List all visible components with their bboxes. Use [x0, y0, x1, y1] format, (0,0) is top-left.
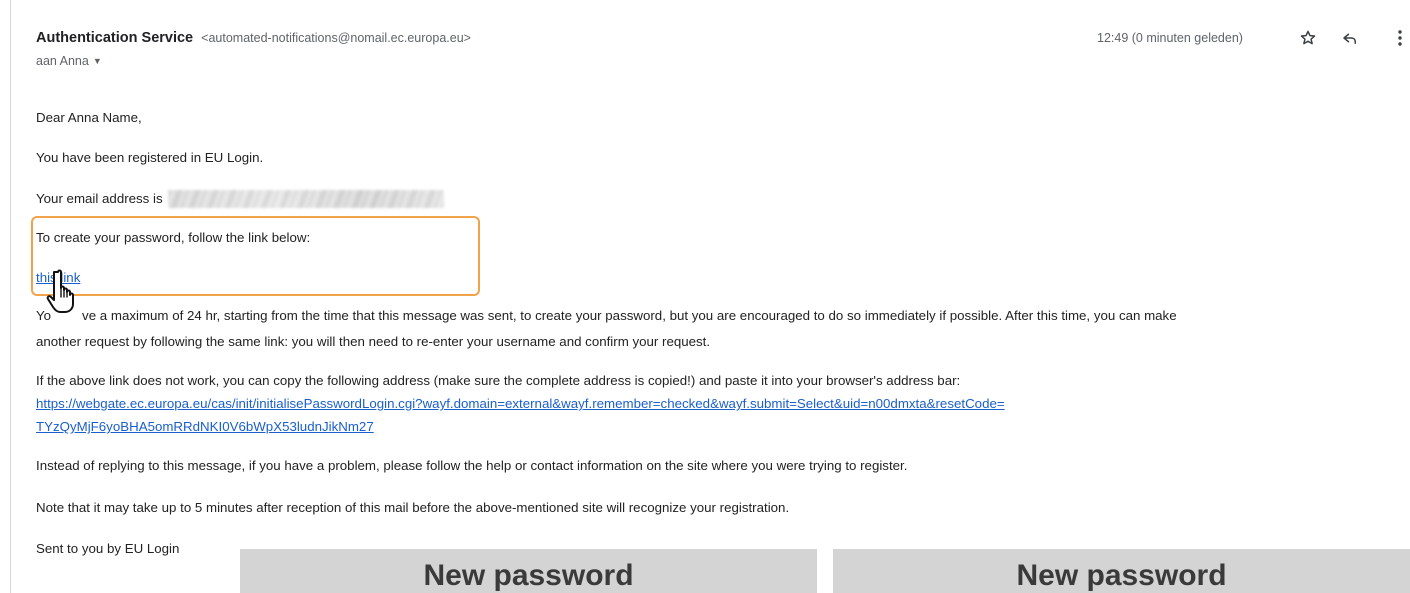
left-divider — [10, 0, 11, 593]
email-view: Authentication Service <automated-notifi… — [0, 0, 1410, 593]
banner-left-text: New password — [423, 559, 634, 592]
blurred-email-address — [168, 190, 445, 208]
reply-icon-glyph — [1343, 33, 1356, 44]
recipient-toggle[interactable]: aan Anna ▼ — [36, 54, 102, 68]
new-password-banner-left: New password — [240, 549, 817, 593]
sender-line: Authentication Service <automated-notifi… — [36, 30, 471, 46]
reply-icon[interactable] — [1338, 26, 1362, 50]
hand-pointer-icon — [46, 269, 74, 313]
chevron-down-icon: ▼ — [92, 56, 102, 66]
reset-url-line-2: TYzQyMjF6yoBHA5omRRdNKI0V6bWpX53ludnJikN… — [36, 419, 374, 434]
more-vert-icon[interactable] — [1388, 26, 1410, 50]
email-header: Authentication Service <automated-notifi… — [36, 30, 1410, 74]
maximum-text-rest: ve a maximum of 24 hr, starting from the… — [82, 308, 1177, 323]
sender-address: <automated-notifications@nomail.ec.europ… — [201, 31, 471, 45]
star-icon[interactable] — [1296, 26, 1320, 50]
star-icon-glyph — [1300, 30, 1316, 45]
copy-address-text: If the above link does not work, you can… — [36, 373, 961, 388]
reset-url-link-1[interactable]: https://webgate.ec.europa.eu/cas/init/in… — [36, 396, 1005, 411]
maximum-text-line-1: Yo ve a maximum of 24 hr, starting from t… — [36, 308, 1177, 323]
email-address-label: Your email address is — [36, 191, 163, 206]
highlight-box — [31, 216, 480, 296]
new-password-banner-right: New password — [833, 549, 1410, 593]
note-minutes-text: Note that it may take up to 5 minutes af… — [36, 500, 790, 515]
more-vert-icon-glyph — [1398, 30, 1402, 46]
banner-right-text: New password — [1016, 559, 1227, 592]
reset-url-line-1: https://webgate.ec.europa.eu/cas/init/in… — [36, 396, 1005, 411]
email-address-line: Your email address is — [36, 190, 445, 208]
maximum-text-line-2: another request by following the same li… — [36, 334, 711, 349]
sent-by-text: Sent to you by EU Login — [36, 541, 180, 556]
timestamp: 12:49 (0 minuten geleden) — [1097, 31, 1243, 45]
greeting: Dear Anna Name, — [36, 110, 142, 125]
reset-url-link-2[interactable]: TYzQyMjF6yoBHA5omRRdNKI0V6bWpX53ludnJikN… — [36, 419, 374, 434]
registered-text: You have been registered in EU Login. — [36, 150, 264, 165]
recipient-label: aan Anna — [36, 54, 89, 68]
sender-name[interactable]: Authentication Service — [36, 30, 193, 46]
instead-reply-text: Instead of replying to this message, if … — [36, 458, 908, 473]
